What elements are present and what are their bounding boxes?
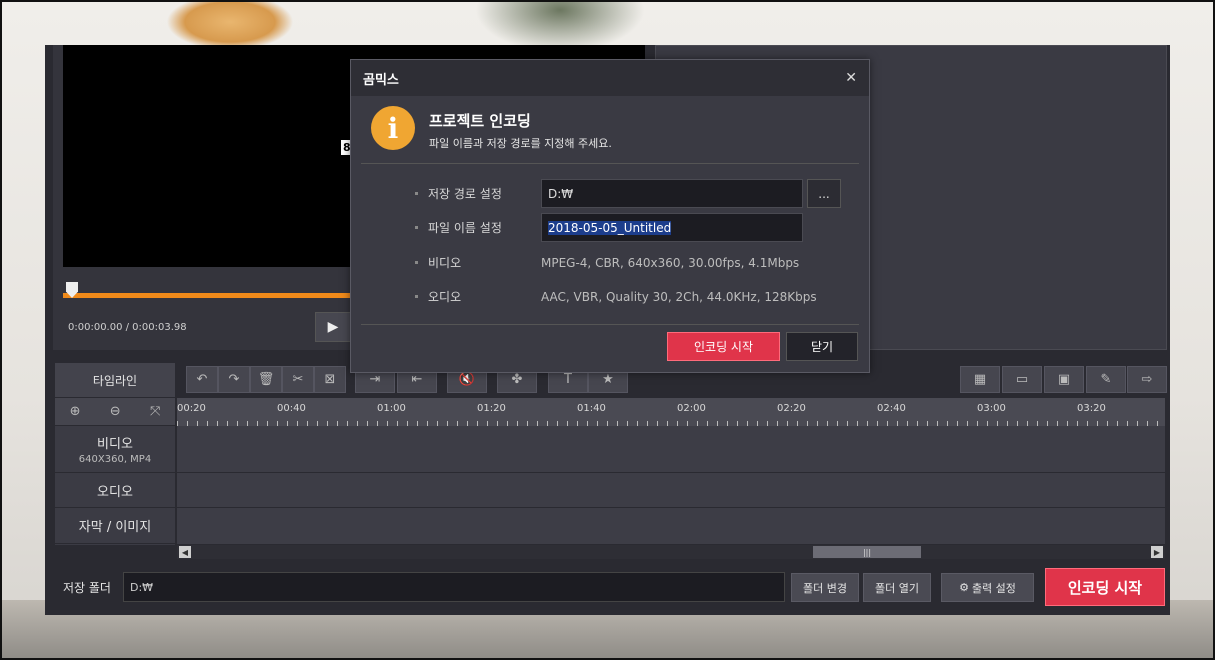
timeline-scrollbar[interactable]: ◀ ||| ▶ [177,545,1165,559]
scroll-thumb[interactable]: ||| [813,546,921,558]
crop-button[interactable]: ⊠ [314,366,346,393]
play-icon: ▶ [327,319,339,335]
ruler-label: 02:20 [777,403,806,414]
ruler-label: 01:40 [577,403,606,414]
effect-icon: ✤ [511,372,523,387]
track-label-video[interactable]: 비디오 640X360, MP4 [55,426,175,473]
dialog-title: 곰믹스 [363,72,399,88]
save-path-label: 저장 경로 설정 [428,187,502,201]
track-video-title: 비디오 [97,437,133,452]
ruler-label: 01:20 [477,403,506,414]
ruler-label: 01:00 [377,403,406,414]
video-label: 비디오 [428,256,462,270]
bottom-bar: 저장 폴더 D:₩ 폴더 변경 폴더 열기 ⚙ 출력 설정 인코딩 시작 [45,563,1170,615]
tab-timeline[interactable]: 타임라인 [55,363,175,397]
change-folder-button[interactable]: 폴더 변경 [791,573,859,602]
crop-icon: ⊠ [324,372,336,387]
track-header-panel: ⊕ ⊖ ⤧ 비디오 640X360, MP4 오디오 자막 / 이미지 [55,398,175,545]
trim-start-icon: ⇥ [369,372,381,387]
ruler-label: 02:40 [877,403,906,414]
divider [361,163,859,164]
video-info-row: 비디오 MPEG-4, CBR, 640x360, 30.00fps, 4.1M… [415,254,799,271]
track-label-subtitle[interactable]: 자막 / 이미지 [55,508,175,544]
cut-icon: ✂ [292,372,304,387]
subtitle-icon: T [564,372,572,387]
save-icon: ▣ [1057,372,1071,387]
save-folder-label: 저장 폴더 [63,581,111,595]
zoom-out-icon[interactable]: ⊖ [110,404,121,419]
playback-time: 0:00:00.00 / 0:00:03.98 [68,322,187,333]
ruler-label: 03:00 [977,403,1006,414]
browse-button[interactable]: ... [807,179,841,208]
save-path-row: 저장 경로 설정 D:₩ ... [415,179,841,208]
save-as-icon: ✎ [1100,372,1112,387]
cut-button[interactable]: ✂ [282,366,314,393]
open-folder-icon: ▭ [1015,372,1029,387]
track-label-audio[interactable]: 오디오 [55,473,175,508]
dialog-close-button[interactable]: 닫기 [786,332,858,361]
audio-label: 오디오 [428,290,462,304]
delete-icon: 🗑 [257,372,275,387]
delete-button[interactable]: 🗑 [250,366,282,393]
dialog-encode-start-button[interactable]: 인코딩 시작 [667,332,780,361]
zoom-in-icon[interactable]: ⊕ [70,404,81,419]
export-icon: ⇨ [1141,372,1153,387]
audio-value: AAC, VBR, Quality 30, 2Ch, 44.0KHz, 128K… [541,289,817,304]
output-settings-button[interactable]: ⚙ 출력 설정 [941,573,1034,602]
ruler-label: 03:20 [1077,403,1106,414]
filename-value: 2018-05-05_Untitled [548,221,672,235]
redo-icon: ↷ [228,372,240,387]
time-ruler[interactable]: 00:20 00:40 01:00 01:20 01:40 02:00 02:2… [177,398,1165,426]
track-video-info: 640X360, MP4 [78,454,152,465]
ruler-label: 00:20 [177,403,206,414]
close-icon[interactable]: ✕ [845,70,857,86]
favorite-icon: ★ [602,372,614,387]
bullet [415,192,418,195]
info-icon: i [371,106,415,150]
divider [361,324,859,325]
zoom-controls: ⊕ ⊖ ⤧ [55,398,175,426]
export-project-button[interactable]: ⇨ [1127,366,1167,393]
subtitle-track[interactable] [177,508,1165,545]
undo-button[interactable]: ↶ [186,366,218,393]
video-value: MPEG-4, CBR, 640x360, 30.00fps, 4.1Mbps [541,255,800,270]
audio-track[interactable] [177,473,1165,508]
encode-start-button[interactable]: 인코딩 시작 [1045,568,1165,606]
dialog-heading: 프로젝트 인코딩 [429,112,531,130]
fit-icon[interactable]: ⤧ [150,404,160,419]
bullet [415,261,418,264]
open-project-button[interactable]: ▭ [1002,366,1042,393]
open-folder-button[interactable]: 폴더 열기 [863,573,931,602]
redo-button[interactable]: ↷ [218,366,250,393]
trim-end-icon: ⇤ [411,372,423,387]
gear-icon: ⚙ [959,581,969,594]
save-project-button[interactable]: ▣ [1044,366,1084,393]
new-project-button[interactable]: ▦ [960,366,1000,393]
filename-row: 파일 이름 설정 2018-05-05_Untitled [415,213,803,242]
undo-icon: ↶ [196,372,208,387]
bullet [415,295,418,298]
new-project-icon: ▦ [973,372,987,387]
scroll-right-arrow[interactable]: ▶ [1151,546,1163,558]
dialog-header: i 프로젝트 인코딩 파일 이름과 저장 경로를 지정해 주세요. [371,106,612,151]
video-track[interactable] [177,426,1165,473]
timeline-area[interactable]: 00:20 00:40 01:00 01:20 01:40 02:00 02:2… [177,398,1165,545]
ruler-label: 00:40 [277,403,306,414]
audio-info-row: 오디오 AAC, VBR, Quality 30, 2Ch, 44.0KHz, … [415,288,817,305]
save-folder-path[interactable]: D:₩ [123,572,785,602]
encode-dialog: 곰믹스 ✕ i 프로젝트 인코딩 파일 이름과 저장 경로를 지정해 주세요. … [350,59,870,373]
ruler-label: 02:00 [677,403,706,414]
output-settings-label: 출력 설정 [971,581,1016,595]
filename-input[interactable]: 2018-05-05_Untitled [541,213,803,242]
filename-label: 파일 이름 설정 [428,221,502,235]
mute-icon: 🔇 [458,372,476,387]
save-path-input[interactable]: D:₩ [541,179,803,208]
dialog-titlebar: 곰믹스 ✕ [351,60,869,96]
bullet [415,226,418,229]
save-as-button[interactable]: ✎ [1086,366,1126,393]
dialog-subheading: 파일 이름과 저장 경로를 지정해 주세요. [429,137,612,150]
scroll-left-arrow[interactable]: ◀ [179,546,191,558]
play-button[interactable]: ▶ [315,312,351,342]
